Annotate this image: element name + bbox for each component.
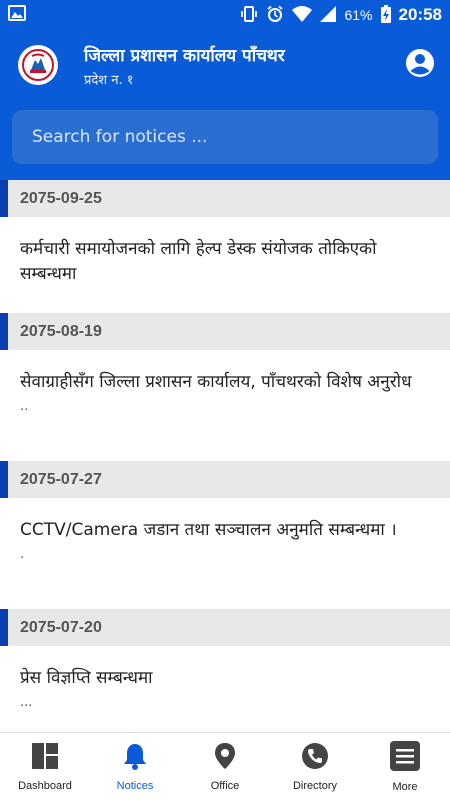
bottom-nav: Dashboard Notices Office Directory More (0, 732, 450, 800)
nav-office[interactable]: Office (180, 733, 270, 800)
notice-group: 2075-09-25 कर्मचारी समायोजनको लागि हेल्प… (0, 180, 450, 313)
notice-list[interactable]: 2075-09-25 कर्मचारी समायोजनको लागि हेल्प… (0, 180, 450, 732)
dashboard-icon (31, 742, 59, 774)
bell-icon (122, 742, 148, 774)
menu-icon (390, 740, 420, 775)
nav-more[interactable]: More (360, 733, 450, 800)
nav-notices-label: Notices (116, 779, 154, 792)
battery-percent: 61% (344, 7, 373, 23)
nav-notices[interactable]: Notices (90, 733, 180, 800)
phone-icon (301, 742, 329, 774)
notice-group: 2075-08-19 सेवाग्राहीसँग जिल्ला प्रशासन … (0, 313, 450, 461)
nav-dashboard[interactable]: Dashboard (0, 733, 90, 800)
search-input[interactable] (32, 127, 438, 147)
notice-item[interactable]: प्रेस विज्ञप्ति सम्बन्धमा ... (0, 646, 450, 732)
account-button[interactable] (404, 49, 436, 81)
app-title: जिल्ला प्रशासन कार्यालय पाँचथर (84, 45, 285, 66)
account-circle-icon (405, 48, 435, 82)
notice-title: कर्मचारी समायोजनको लागि हेल्प डेस्क संयो… (20, 239, 377, 284)
search-box[interactable] (12, 110, 438, 164)
nav-office-label: Office (210, 779, 240, 792)
clock-time: 20:58 (398, 5, 442, 24)
vibrate-icon (240, 5, 258, 26)
notice-item[interactable]: सेवाग्राहीसँग जिल्ला प्रशासन कार्यालय, प… (0, 350, 450, 461)
search-area (0, 100, 450, 180)
notice-group: 2075-07-27 CCTV/Camera जडान तथा सञ्चालन … (0, 461, 450, 609)
nav-more-label: More (392, 780, 418, 793)
notice-title: सेवाग्राहीसँग जिल्ला प्रशासन कार्यालय, प… (20, 372, 412, 392)
alarm-icon (266, 5, 284, 26)
signal-icon (320, 5, 337, 25)
notice-date-header: 2075-07-27 (0, 461, 450, 498)
notice-snippet: ... (20, 695, 33, 710)
notice-item[interactable]: CCTV/Camera जडान तथा सञ्चालन अनुमति सम्ब… (0, 498, 450, 609)
notice-date-header: 2075-07-20 (0, 609, 450, 646)
notice-snippet: . (20, 547, 25, 562)
status-bar: 61% 20:58 (0, 0, 450, 30)
location-pin-icon (214, 742, 236, 774)
gallery-notification-icon (8, 5, 26, 25)
notice-date-header: 2075-08-19 (0, 313, 450, 350)
notice-title: CCTV/Camera जडान तथा सञ्चालन अनुमति सम्ब… (20, 520, 397, 540)
notice-title: प्रेस विज्ञप्ति सम्बन्धमा (20, 668, 153, 688)
app-subtitle: प्रदेश न. १ (84, 72, 134, 88)
nav-dashboard-label: Dashboard (18, 779, 72, 792)
notice-date-header: 2075-09-25 (0, 180, 450, 217)
notice-item[interactable]: कर्मचारी समायोजनको लागि हेल्प डेस्क संयो… (0, 217, 450, 313)
app-header: जिल्ला प्रशासन कार्यालय पाँचथर प्रदेश न.… (0, 30, 450, 100)
battery-charging-icon (380, 4, 391, 26)
nav-directory[interactable]: Directory (270, 733, 360, 800)
nav-directory-label: Directory (292, 779, 337, 792)
notice-group: 2075-07-20 प्रेस विज्ञप्ति सम्बन्धमा ... (0, 609, 450, 732)
wifi-icon (292, 5, 313, 25)
notice-snippet: .. (20, 399, 29, 414)
government-emblem-logo (18, 45, 58, 85)
